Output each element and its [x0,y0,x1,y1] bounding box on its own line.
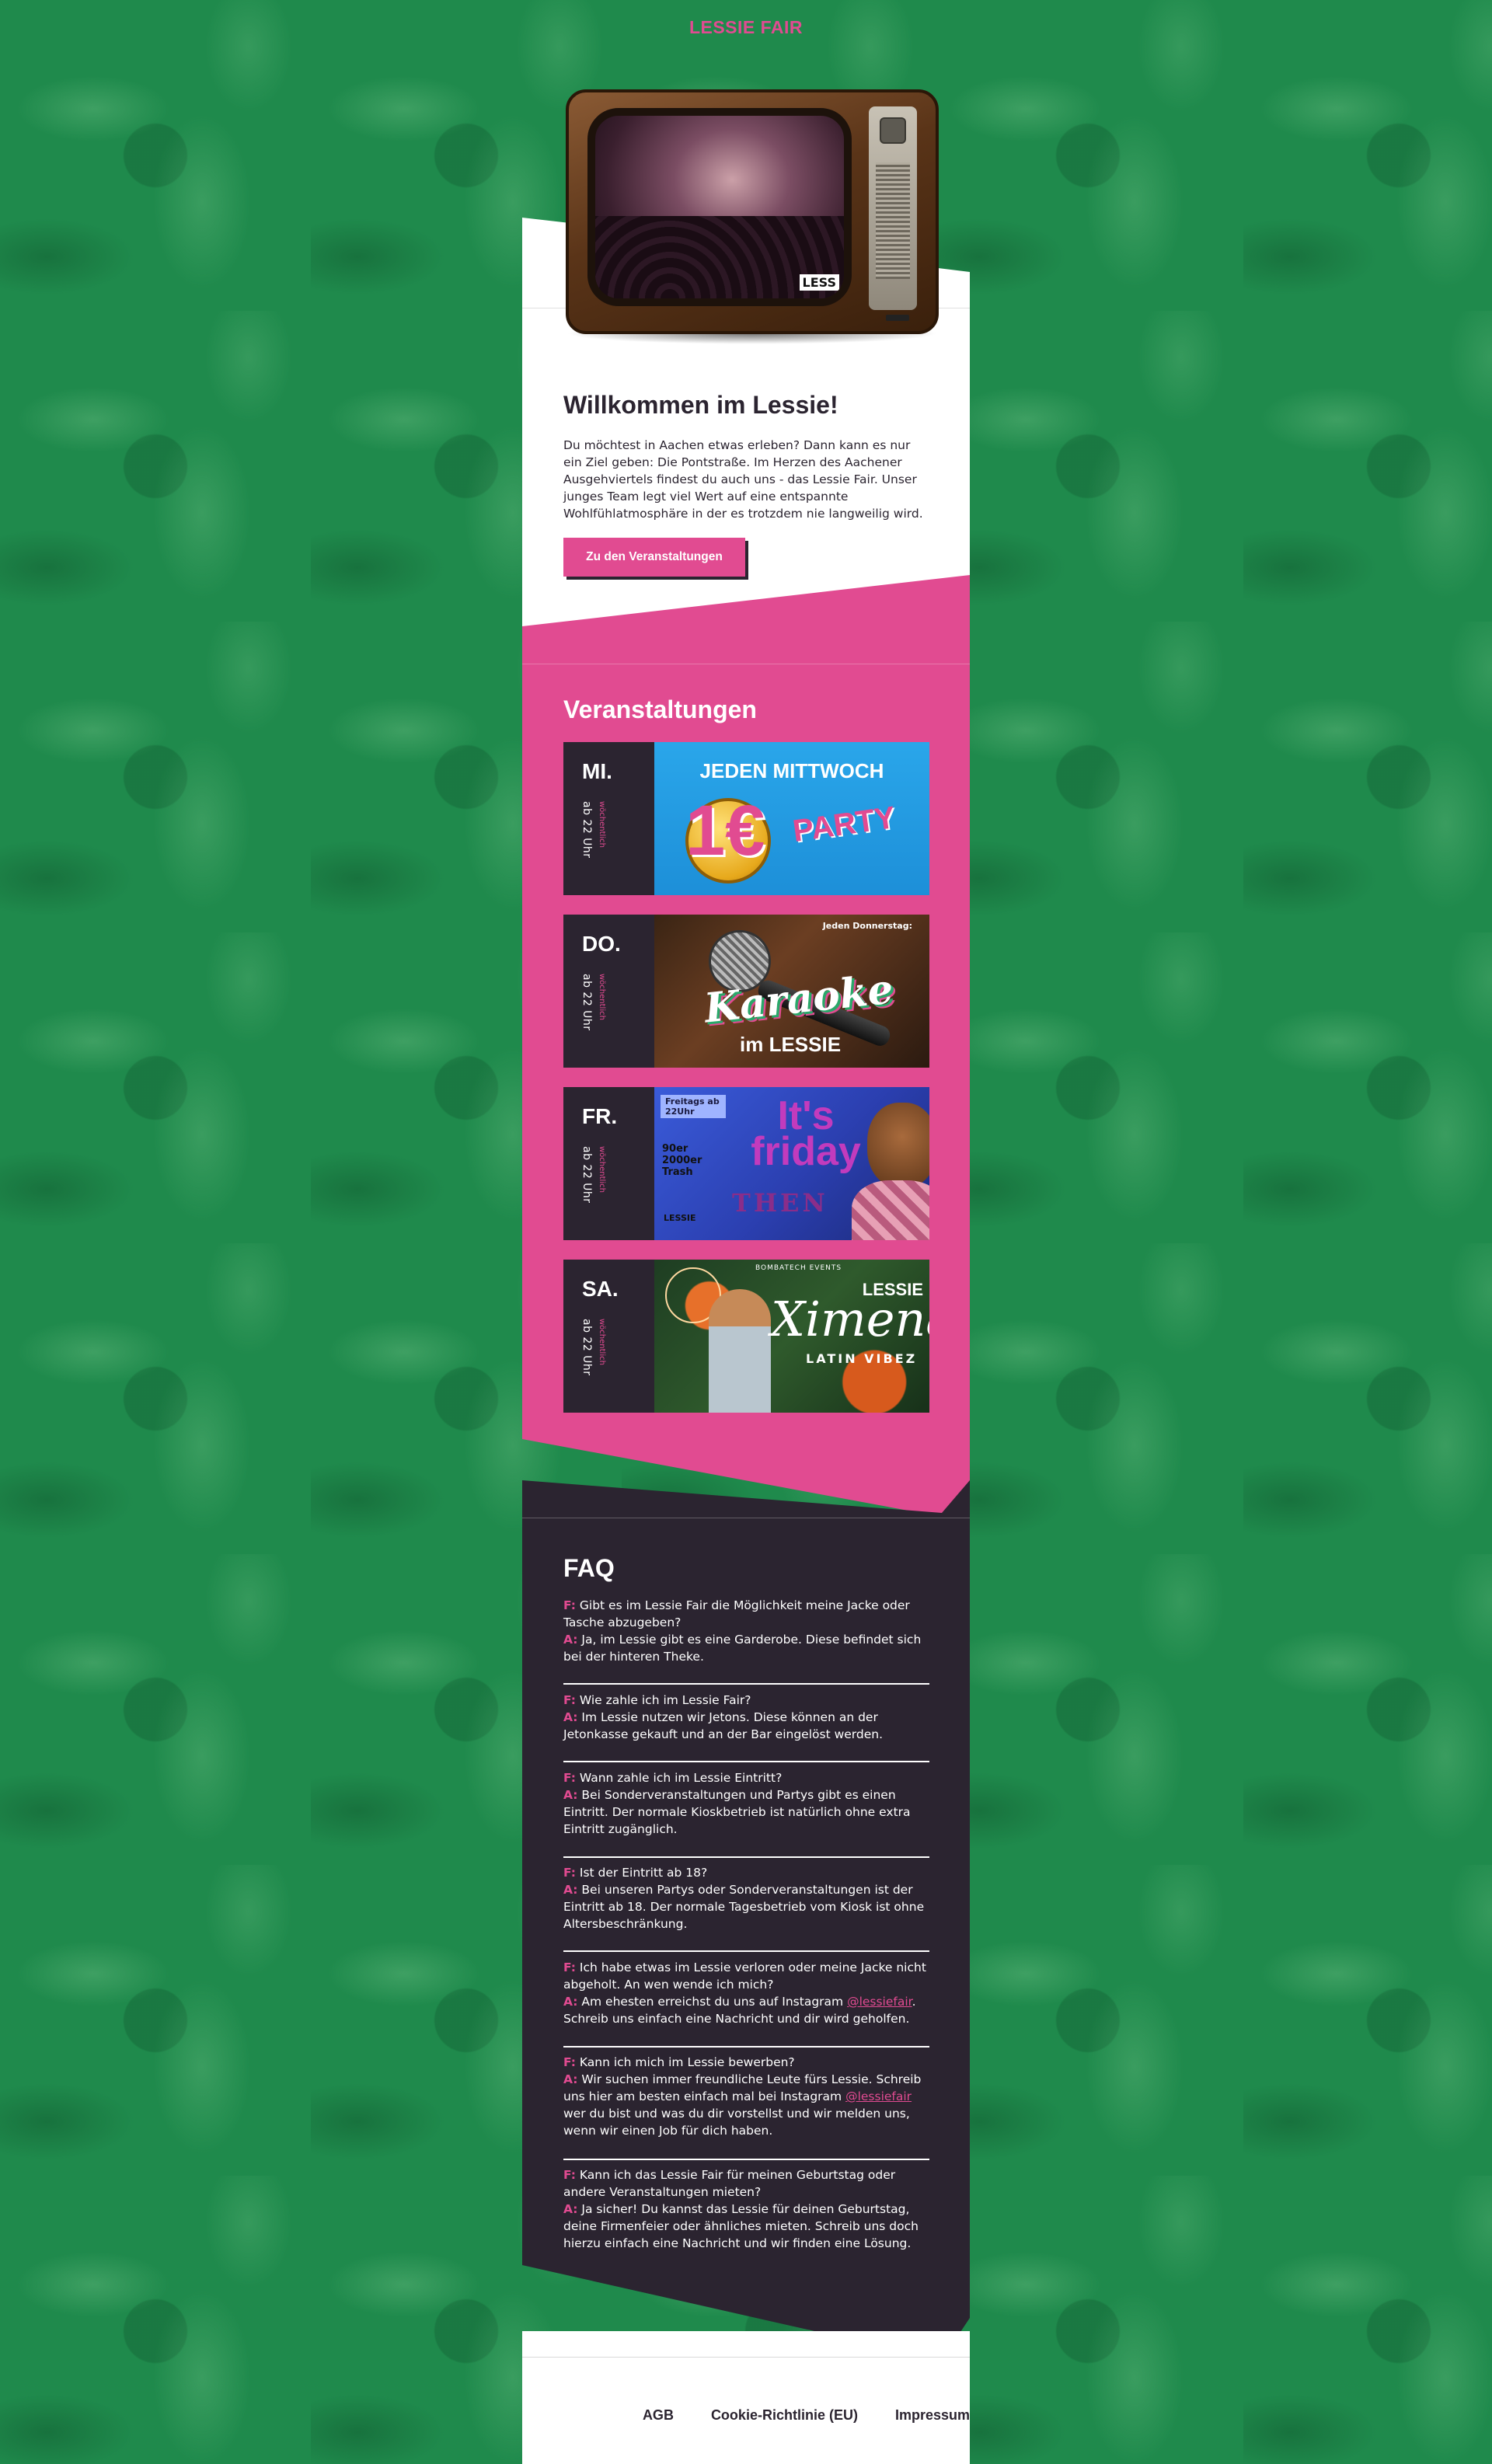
event-poster[interactable]: Jeden Donnerstag: Karaoke im LESSIE [654,915,929,1068]
faq-item: F: Ist der Eintritt ab 18? A: Bei unsere… [563,1864,929,1933]
faq-q-label: F: [563,1771,576,1785]
event-card-saturday[interactable]: SA. ab 22 Uhr wöchentlich BOMBATECH EVEN… [563,1260,929,1413]
faq-a-label: A: [563,2072,578,2086]
event-frequency: wöchentlich [598,1146,606,1193]
faq-answer-text: wer du bist und was du dir vorstellst un… [563,2107,910,2138]
event-card-wednesday[interactable]: MI. ab 22 Uhr wöchentlich JEDEN MITTWOCH… [563,742,929,895]
faq-a-label: A: [563,1633,578,1647]
faq-a-label: A: [563,1788,578,1802]
event-time: ab 22 Uhr [580,974,593,1031]
event-day-panel: SA. ab 22 Uhr wöchentlich [563,1260,654,1413]
faq-item: F: Kann ich mich im Lessie bewerben? A: … [563,2054,929,2139]
poster-logo: LESSIE [862,1280,923,1299]
event-poster[interactable]: JEDEN MITTWOCH 1€ PARTY [654,742,929,895]
event-frequency: wöchentlich [598,1319,606,1365]
event-poster[interactable]: BOMBATECH EVENTS Ximena LATIN VIBEZ LESS… [654,1260,929,1413]
faq-question: Wie zahle ich im Lessie Fair? [579,1693,751,1707]
event-day: DO. [582,932,621,956]
event-card-friday[interactable]: FR. ab 22 Uhr wöchentlich Freitags ab 22… [563,1087,929,1240]
tv-control-panel [869,106,917,310]
faq-q-label: F: [563,2055,576,2069]
event-day: MI. [582,759,612,783]
faq-answer: Ja, im Lessie gibt es eine Garderobe. Di… [563,1633,922,1664]
event-card-thursday[interactable]: DO. ab 22 Uhr wöchentlich Jeden Donnerst… [563,915,929,1068]
faq-a-label: A: [563,2202,578,2216]
faq-q-label: F: [563,1960,576,1974]
faq-divider [563,1950,929,1952]
event-day: FR. [582,1104,618,1128]
footer-link-cookie[interactable]: Cookie-Richtlinie (EU) [711,2407,858,2424]
events-button[interactable]: Zu den Veranstaltungen [563,538,745,577]
event-day-panel: DO. ab 22 Uhr wöchentlich [563,915,654,1068]
faq-divider [563,1761,929,1762]
faq-question: Wann zahle ich im Lessie Eintritt? [579,1771,783,1785]
faq-item: F: Gibt es im Lessie Fair die Möglichkei… [563,1597,929,1665]
poster-price: 1€ [685,791,765,870]
footer-link-agb[interactable]: AGB [643,2407,674,2424]
event-day-panel: MI. ab 22 Uhr wöchentlich [563,742,654,895]
faq-divider [563,1856,929,1858]
event-poster[interactable]: Freitags ab 22Uhr 90er 2000er Trash It's… [654,1087,929,1240]
poster-top: BOMBATECH EVENTS [755,1264,842,1272]
faq-answer: Im Lessie nutzen wir Jetons. Diese könne… [563,1710,884,1741]
faq-q-label: F: [563,1598,576,1612]
footer-links: AGB Cookie-Richtlinie (EU) Impressum [522,2407,970,2424]
intro-content: Willkommen im Lessie! Du möchtest in Aac… [563,391,929,522]
faq-divider [563,1683,929,1685]
poster-headline: It's friday [751,1093,861,1174]
instagram-link[interactable]: @lessiefair [845,2089,912,2103]
poster-sub: im LESSIE [740,1033,842,1056]
faq-item: F: Ich habe etwas im Lessie verloren ode… [563,1959,929,2027]
faq-q-label: F: [563,2168,576,2182]
faq-question: Ich habe etwas im Lessie verloren oder m… [563,1960,926,1992]
faq-answer-text: Am ehesten erreichst du uns auf Instagra… [581,1995,848,2009]
tv-image: LESS [566,89,939,354]
faq-answer: Bei unseren Partys oder Sonderveranstalt… [563,1883,925,1931]
faq-question: Ist der Eintritt ab 18? [579,1866,708,1880]
faq-q-label: F: [563,1693,576,1707]
faq-item: F: Kann ich das Lessie Fair für meinen G… [563,2166,929,2252]
faq-question: Kann ich das Lessie Fair für meinen Gebu… [563,2168,896,2199]
event-day: SA. [582,1277,619,1301]
faq-a-label: A: [563,1883,578,1897]
event-time: ab 22 Uhr [580,1319,593,1376]
poster-headline: JEDEN MITTWOCH [699,759,884,782]
faq-answer: Bei Sonderveranstaltungen und Partys gib… [563,1788,911,1836]
faq-answer: Ja sicher! Du kannst das Lessie für dein… [563,2202,919,2250]
faq-question: Kann ich mich im Lessie bewerben? [579,2055,795,2069]
poster-badge: Freitags ab 22Uhr [661,1095,726,1118]
tv-screen-logo: LESS [799,274,839,291]
faq-item: F: Wie zahle ich im Lessie Fair? A: Im L… [563,1692,929,1743]
events-title: Veranstaltungen [563,695,757,723]
faq-question: Gibt es im Lessie Fair die Möglichkeit m… [563,1598,910,1629]
event-frequency: wöchentlich [598,974,606,1020]
faq-divider [563,2046,929,2048]
intro-title: Willkommen im Lessie! [563,391,838,419]
instagram-link[interactable]: @lessiefair [847,1995,912,2009]
event-day-panel: FR. ab 22 Uhr wöchentlich [563,1087,654,1240]
faq-a-label: A: [563,1710,578,1724]
poster-list: 90er 2000er Trash [662,1143,702,1178]
faq-q-label: F: [563,1866,576,1880]
footer [522,2331,970,2464]
footer-link-impressum[interactable]: Impressum [895,2407,970,2424]
faq-a-label: A: [563,1995,578,2009]
faq-title: FAQ [563,1554,615,1582]
poster-party: PARTY [790,800,898,849]
poster-sub: LATIN VIBEZ [806,1351,918,1366]
poster-logo: LESSIE [664,1213,696,1223]
tv-screen: LESS [587,108,852,306]
event-frequency: wöchentlich [598,801,606,848]
faq-item: F: Wann zahle ich im Lessie Eintritt? A:… [563,1769,929,1838]
poster-then: THEN [732,1188,828,1218]
content-column: LESS Willkommen im Lessie! Du möchtest i… [522,0,970,2464]
event-time: ab 22 Uhr [580,1146,593,1204]
event-time: ab 22 Uhr [580,801,593,859]
faq-divider [563,2159,929,2160]
poster-top: Jeden Donnerstag: [822,921,912,931]
intro-text: Du möchtest in Aachen etwas erleben? Dan… [563,438,923,521]
